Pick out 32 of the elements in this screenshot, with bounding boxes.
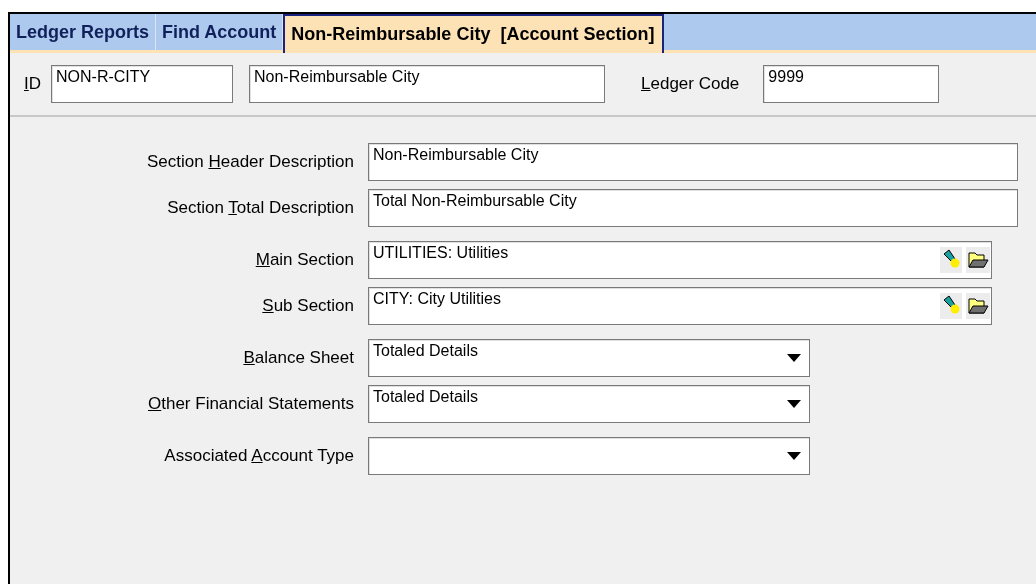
tab[interactable]: Non-Reimbursable City [Account Section]	[283, 14, 665, 53]
text-field[interactable]: Non-Reimbursable City	[368, 143, 1018, 181]
dropdown[interactable]: Totaled Details	[368, 385, 810, 423]
lookup-field[interactable]: CITY: City Utilities	[368, 287, 992, 325]
field-value: Totaled Details	[373, 342, 478, 361]
field-label: ID	[24, 74, 41, 94]
dropdown[interactable]	[368, 437, 810, 475]
field-label: Section Total Description	[166, 198, 354, 218]
folder-icon[interactable]	[966, 293, 990, 319]
field-value: Totaled Details	[373, 388, 478, 407]
text-field[interactable]: Total Non-Reimbursable City	[368, 189, 1018, 227]
dropdown-arrow-icon[interactable]	[787, 354, 801, 362]
folder-icon[interactable]	[966, 247, 990, 273]
field-label: Sub Section	[261, 296, 354, 316]
lookup-field[interactable]: UTILITIES: Utilities	[368, 241, 992, 279]
tab[interactable]: Ledger Reports	[10, 14, 157, 50]
dropdown-arrow-icon[interactable]	[787, 400, 801, 408]
flashlight-icon[interactable]	[940, 247, 962, 273]
name-field[interactable]: Non-Reimbursable City	[249, 65, 605, 103]
id-field[interactable]: NON-R-CITY	[51, 65, 233, 103]
field-value: CITY: City Utilities	[373, 290, 501, 309]
field-label: Balance Sheet	[242, 348, 354, 368]
field-label: Main Section	[254, 250, 354, 270]
field-label: Section Header Description	[146, 152, 354, 172]
field-label: Ledger Code	[641, 74, 740, 94]
dropdown[interactable]: Totaled Details	[368, 339, 810, 377]
field-label: Other Financial Statements	[147, 394, 354, 414]
field-label: Associated Account Type	[163, 446, 354, 466]
flashlight-icon[interactable]	[940, 293, 962, 319]
ledger-code-field[interactable]: 9999	[763, 65, 940, 103]
dropdown-arrow-icon[interactable]	[787, 452, 801, 460]
field-value: UTILITIES: Utilities	[373, 244, 509, 263]
